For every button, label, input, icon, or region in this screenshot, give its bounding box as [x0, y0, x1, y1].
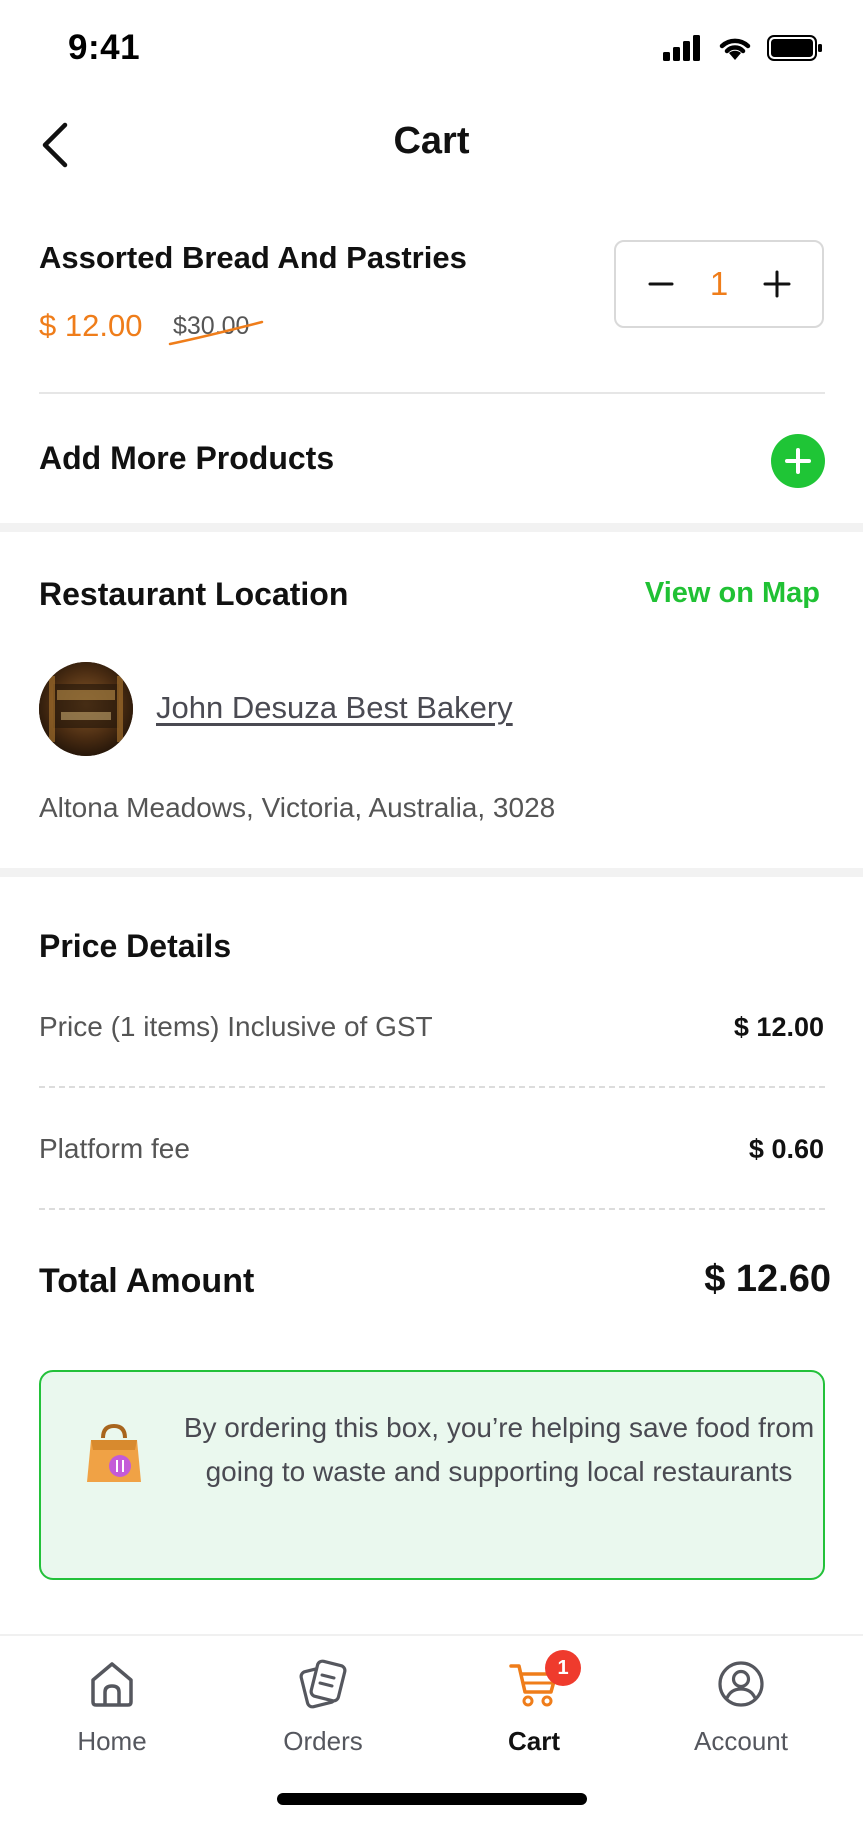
restaurant-location-title: Restaurant Location — [39, 576, 349, 612]
cart-badge: 1 — [545, 1650, 581, 1686]
add-more-products-button[interactable] — [771, 434, 825, 488]
quantity-stepper: 1 — [614, 240, 824, 328]
storefront-image — [39, 662, 133, 756]
home-indicator — [277, 1793, 587, 1805]
increase-quantity-button[interactable] — [752, 259, 802, 309]
view-on-map-link[interactable]: View on Map — [645, 577, 820, 610]
section-separator — [0, 523, 863, 532]
dashed-divider — [39, 1208, 825, 1210]
total-amount-value: $ 12.60 — [704, 1258, 831, 1300]
tab-home-label: Home — [77, 1726, 147, 1756]
add-more-products-label: Add More Products — [39, 440, 335, 476]
dashed-divider — [39, 1086, 825, 1088]
price-row-label: Price (1 items) Inclusive of GST — [39, 1011, 433, 1042]
restaurant-avatar[interactable] — [39, 662, 133, 756]
product-name: Assorted Bread And Pastries — [39, 240, 467, 275]
home-icon — [87, 1658, 137, 1710]
tab-cart-label: Cart — [507, 1726, 560, 1756]
tab-cart[interactable]: 1 Cart — [454, 1650, 614, 1768]
account-icon — [716, 1658, 766, 1710]
price-details-title: Price Details — [39, 928, 232, 964]
page-title: Cart — [393, 120, 470, 162]
restaurant-address: Altona Meadows, Victoria, Australia, 302… — [39, 792, 556, 823]
tab-account[interactable]: Account — [661, 1658, 821, 1768]
price-row-value: $ 12.00 — [733, 1012, 824, 1042]
status-time: 9:41 — [68, 28, 141, 67]
tab-home[interactable]: Home — [32, 1658, 192, 1768]
tab-account-label: Account — [694, 1726, 788, 1756]
tab-orders[interactable]: Orders — [243, 1658, 403, 1768]
platform-fee-label: Platform fee — [39, 1133, 190, 1164]
platform-fee-value: $ 0.60 — [748, 1134, 824, 1164]
wifi-icon — [719, 38, 751, 60]
food-box-icon — [87, 1424, 141, 1482]
nav-header: Cart — [0, 100, 863, 190]
add-more-products-row[interactable]: Add More Products — [39, 425, 825, 495]
battery-icon — [767, 35, 822, 61]
plus-icon — [785, 448, 811, 474]
divider — [39, 392, 825, 394]
signal-icon — [663, 35, 700, 61]
plus-icon — [763, 270, 791, 298]
restaurant-name-link[interactable]: John Desuza Best Bakery — [156, 690, 513, 726]
product-original-price: $30.00 — [173, 312, 250, 340]
status-icons — [663, 34, 823, 62]
product-price: $ 12.00 — [39, 308, 143, 343]
cart-item: Assorted Bread And Pastries $ 12.00 $30.… — [39, 236, 825, 356]
decrease-quantity-button[interactable] — [636, 259, 686, 309]
food-waste-info-text: By ordering this box, you’re helping sav… — [183, 1412, 815, 1487]
cart-icon: 1 — [509, 1650, 581, 1710]
total-amount-label: Total Amount — [39, 1262, 255, 1300]
quantity-value: 1 — [709, 265, 729, 302]
status-bar: 9:41 — [0, 0, 863, 100]
minus-icon — [648, 282, 674, 286]
orders-icon — [298, 1658, 348, 1710]
tab-orders-label: Orders — [283, 1726, 363, 1756]
section-separator — [0, 868, 863, 877]
food-waste-info-box: By ordering this box, you’re helping sav… — [39, 1370, 825, 1580]
